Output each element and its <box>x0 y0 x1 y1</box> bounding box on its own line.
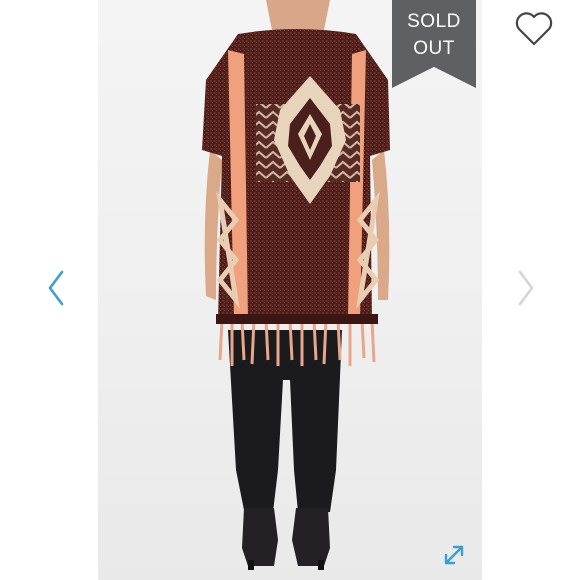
sold-out-badge-line2: OUT <box>413 38 455 59</box>
chevron-right-icon <box>518 270 534 306</box>
cardigan-model-image <box>202 0 390 570</box>
sold-out-badge-line1: SOLD <box>407 11 461 32</box>
previous-image-button[interactable] <box>44 268 70 308</box>
product-photo[interactable] <box>98 0 482 580</box>
chevron-left-icon <box>48 270 64 306</box>
favorite-button[interactable] <box>513 10 555 48</box>
expand-arrows-icon <box>444 545 464 565</box>
expand-image-button[interactable] <box>440 541 468 569</box>
heart-outline-icon <box>515 12 553 46</box>
next-image-button[interactable] <box>512 268 538 308</box>
product-image-viewer: SOLD OUT <box>0 0 580 580</box>
